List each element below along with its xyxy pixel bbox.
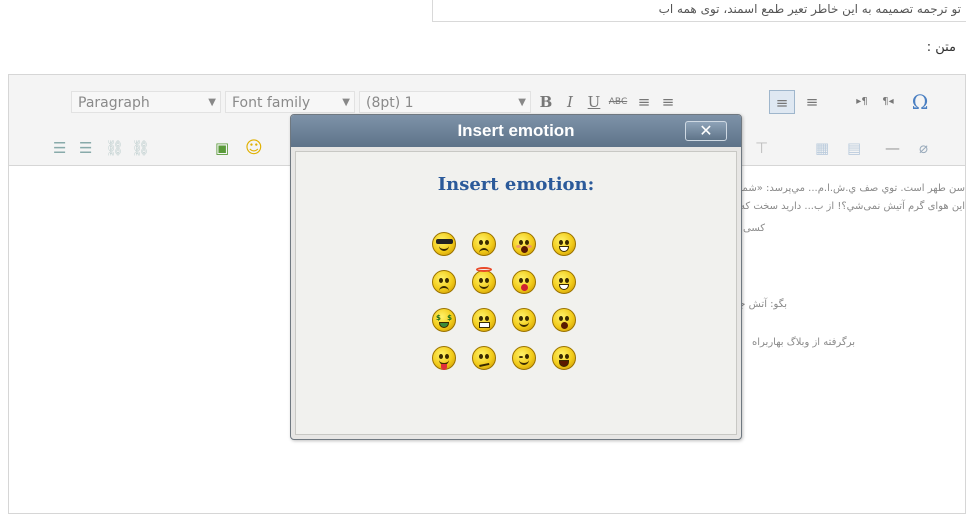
strikethrough-button[interactable]: ABC [607,90,629,114]
numbered-list-icon[interactable]: ☰ [79,137,92,159]
close-button[interactable]: ✕ [685,121,727,141]
font-family-select-value: Font family [232,95,311,111]
emoticon-tongue-out[interactable] [432,346,456,370]
image-icon[interactable]: ▣ [215,137,229,159]
emoticon-embarassed[interactable] [512,232,536,256]
rtl-button[interactable]: ¶◂ [877,90,899,114]
dialog-title: Insert emotion [291,115,741,147]
emoticon-sealed[interactable] [472,308,496,332]
font-family-select[interactable]: Font family ▼ [225,91,355,113]
format-select[interactable]: Paragraph ▼ [71,91,221,113]
special-char-button[interactable]: Ω [909,90,931,114]
align-left-button[interactable]: ≡ [633,90,655,114]
emoticon-surprised[interactable] [552,308,576,332]
page-left-edge [0,0,8,501]
emoticon-foot-in-mouth[interactable] [552,232,576,256]
emoticon-icon[interactable]: ☺ [245,137,263,159]
font-size-select[interactable]: (8pt) 1 ▼ [359,91,531,113]
underline-button[interactable]: U [583,90,605,114]
unlink-icon[interactable]: ⛓ [131,137,150,159]
align-center-button[interactable]: ≡ [657,90,679,114]
table-row-icon[interactable]: ▤ [847,137,861,159]
align-justify-button[interactable]: ≡ [801,90,823,114]
format-select-value: Paragraph [78,95,150,111]
emoticon-cool[interactable] [432,232,456,256]
emoticon-wink[interactable] [512,346,536,370]
chevron-down-icon: ▼ [518,97,526,108]
emoticon-yell[interactable] [552,346,576,370]
emoticon-cry[interactable] [472,232,496,256]
bold-button[interactable]: B [535,90,557,114]
link-icon[interactable]: ⛓ [105,137,124,159]
emoticon-smile[interactable] [512,308,536,332]
dialog-body: Insert emotion: $ $ [295,151,737,435]
ltr-button[interactable]: ▸¶ [851,90,873,114]
chevron-down-icon: ▼ [342,97,350,108]
table-icon[interactable]: ▦ [815,137,829,159]
eraser-icon[interactable]: ⌀ [919,137,928,159]
content-field-label: متن : [926,40,956,55]
emoticon-innocent[interactable] [472,267,496,294]
horizontal-rule-button[interactable]: — [885,137,900,159]
insert-emotion-dialog: Insert emotion ✕ Insert emotion: $ $ [290,114,742,440]
bullet-list-icon[interactable]: ☰ [53,137,66,159]
content-line: برگرفته از وبلاگ بهاربراه [752,337,855,348]
emoticon-kiss[interactable] [512,270,536,294]
emoticon-frown[interactable] [432,270,456,294]
top-text-field[interactable]: تو ترجمه تصمیمه به این خاطر تعیر طمع اسم… [432,0,966,22]
anchor-icon[interactable]: ⊤ [755,137,768,159]
chevron-down-icon: ▼ [208,97,216,108]
dialog-heading: Insert emotion: [437,174,595,195]
font-size-select-value: (8pt) 1 [366,95,414,111]
emoticon-undecided[interactable] [472,346,496,370]
emoticon-laughing[interactable] [552,270,576,294]
align-right-button[interactable]: ≡ [769,90,795,114]
italic-button[interactable]: I [559,90,581,114]
emoticon-money-mouth[interactable]: $ $ [432,308,456,332]
